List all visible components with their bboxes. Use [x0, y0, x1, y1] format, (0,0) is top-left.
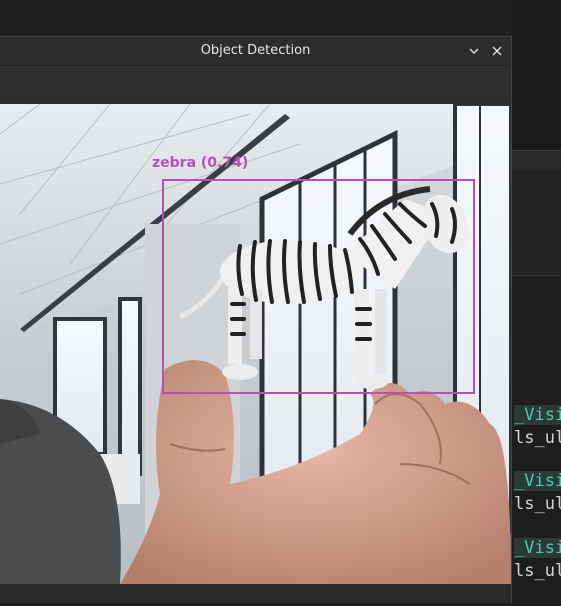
chevron-down-icon [469, 48, 479, 54]
code-token: ls_ul [514, 561, 561, 581]
detection-class: zebra [152, 155, 197, 171]
detection-bounding-box [162, 179, 475, 394]
close-button[interactable] [487, 41, 507, 61]
code-token-highlight: _Visi [514, 471, 561, 491]
code-line[interactable]: ls_ul [514, 494, 561, 514]
code-token: ls_ul [514, 428, 561, 448]
code-line[interactable]: _Visi [514, 405, 561, 425]
detection-confidence: (0.74) [200, 155, 249, 171]
close-icon [492, 46, 502, 56]
object-detection-window: Object Detection zebra (0.74) [0, 36, 512, 603]
window-title: Object Detection [200, 43, 311, 58]
code-line[interactable]: ls_ul [514, 428, 561, 448]
code-line[interactable]: ls_ul [514, 561, 561, 581]
window-toolbar [0, 66, 511, 103]
editor-panel-mid [512, 169, 561, 276]
code-token-highlight: _Visi [514, 405, 561, 425]
code-line[interactable]: _Visi [514, 471, 561, 491]
camera-view: zebra (0.74) [0, 104, 511, 584]
editor-panel-divider [512, 150, 561, 170]
code-line[interactable]: _Visi [514, 538, 561, 558]
minimize-button[interactable] [464, 41, 484, 61]
window-statusbar [0, 584, 511, 603]
code-token: ls_ul [514, 494, 561, 514]
code-token-highlight: _Visi [514, 538, 561, 558]
detection-label: zebra (0.74) [152, 155, 248, 171]
editor-panel-top [512, 0, 561, 150]
desktop: _Visi ls_ul _Visi ls_ul _Visi ls_ul Obje… [0, 0, 561, 606]
window-titlebar[interactable]: Object Detection [0, 37, 511, 66]
